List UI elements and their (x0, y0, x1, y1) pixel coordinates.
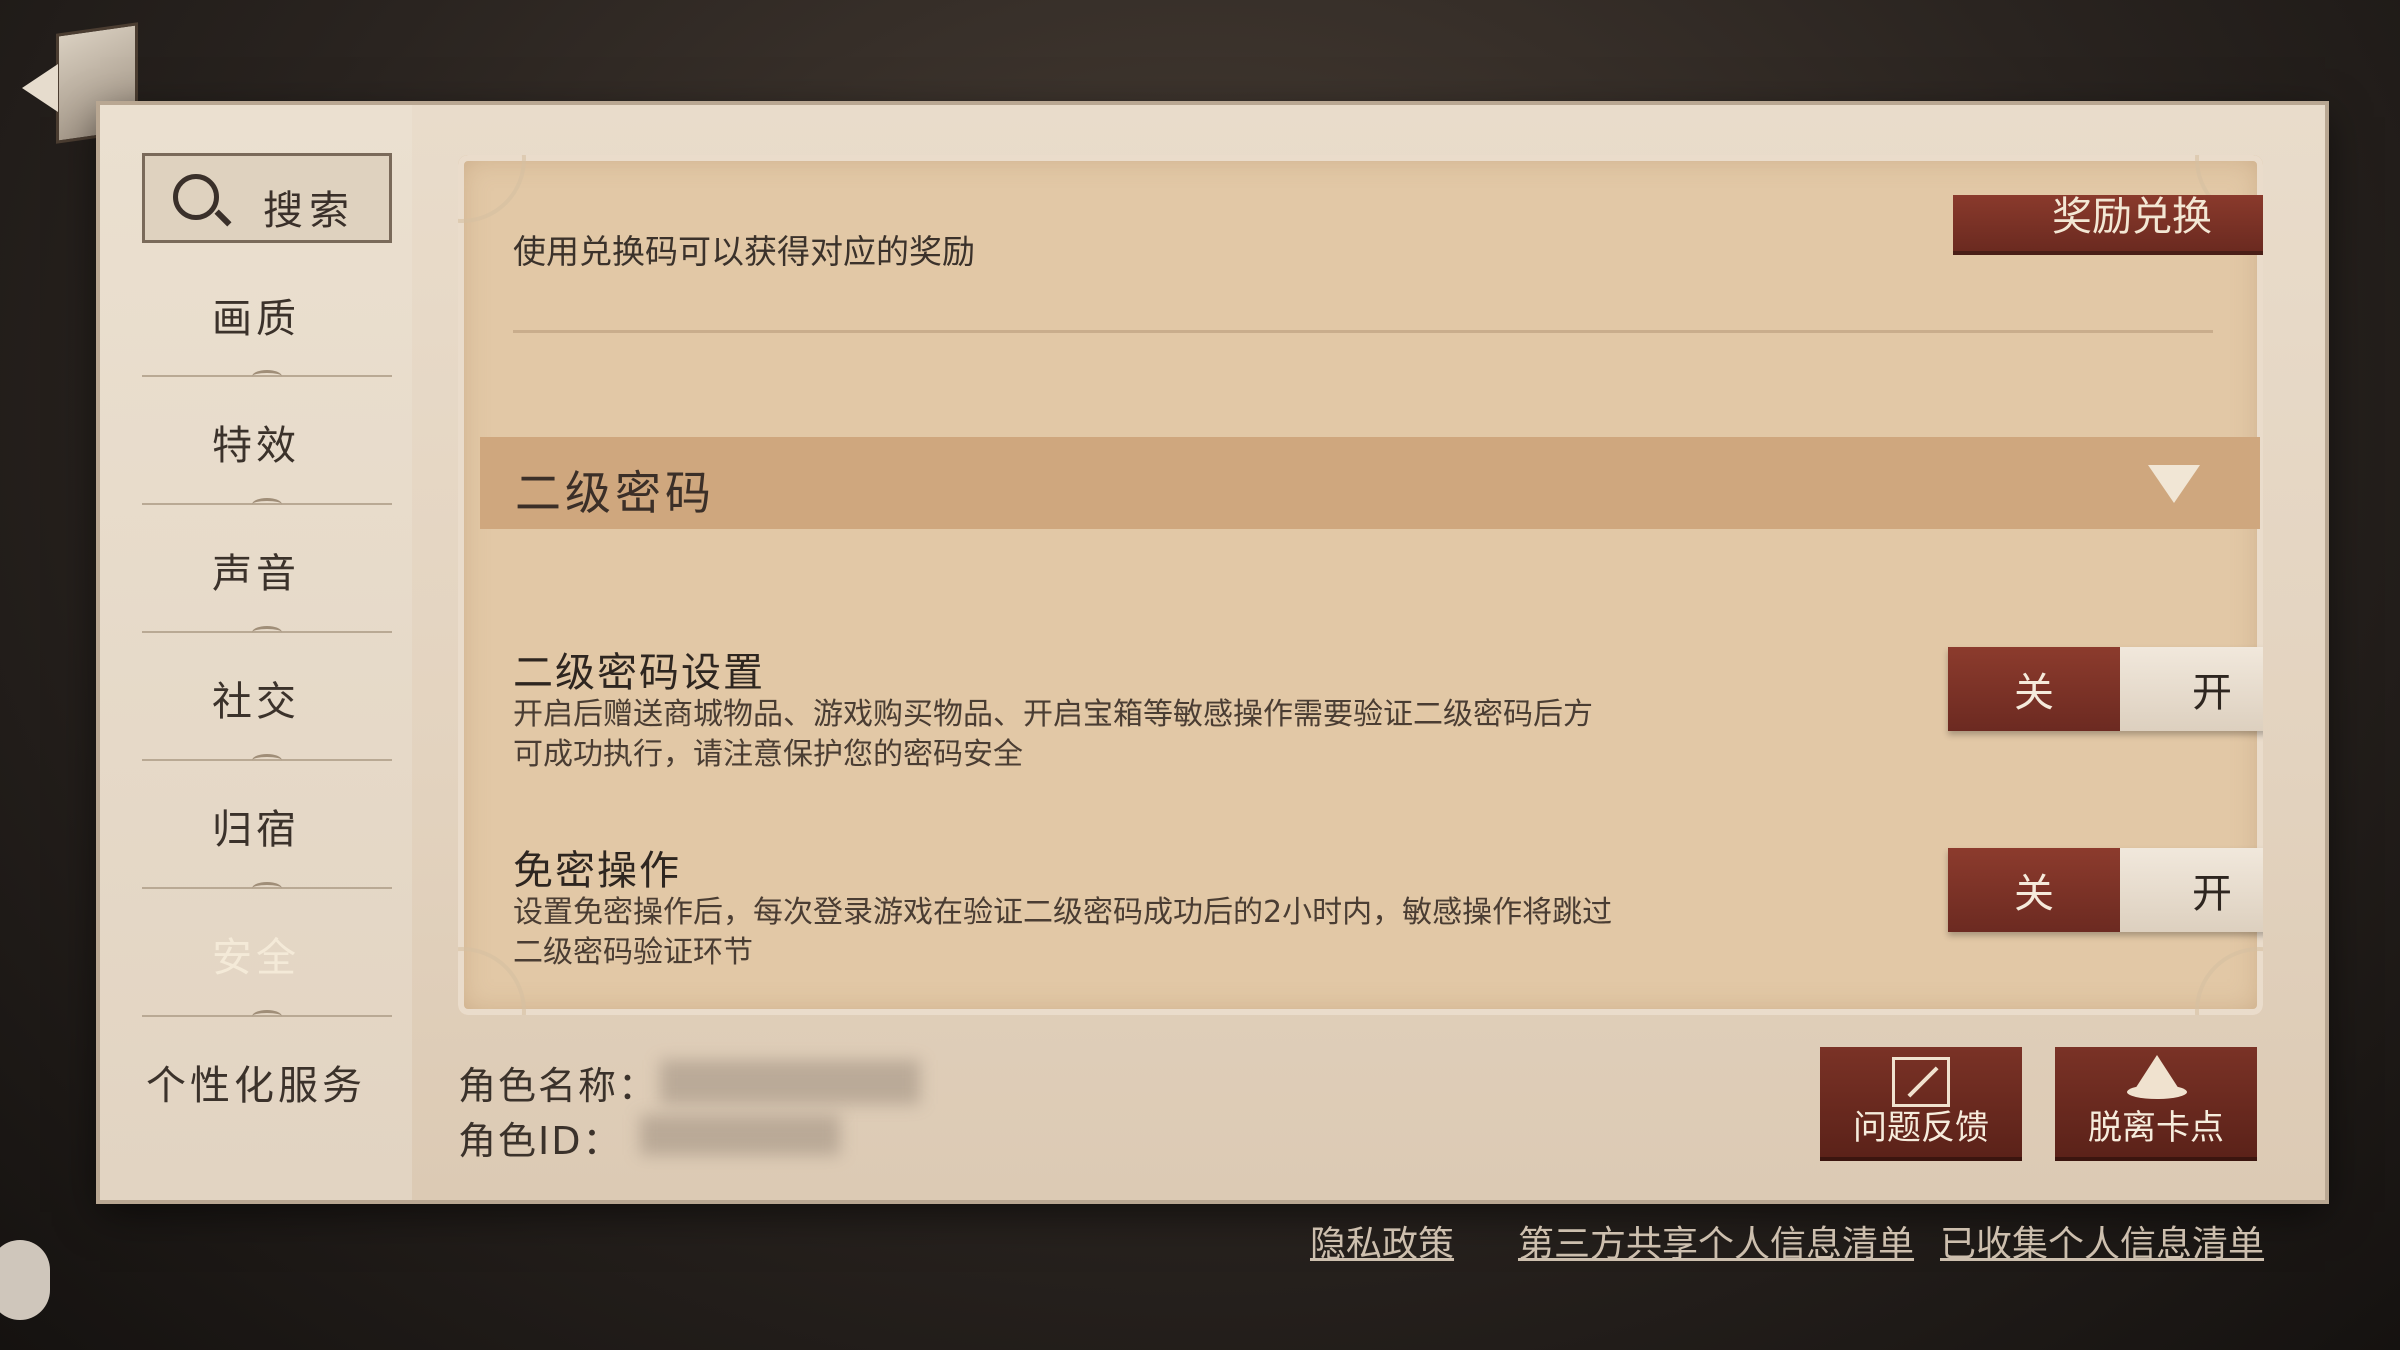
search-label: 搜索 (263, 188, 355, 234)
sidebar-item-sound[interactable]: 声音 (100, 525, 412, 615)
setting-description: 设置免密操作后，每次登录游戏在验证二级密码成功后的2小时内，敏感操作将跳过二级密… (513, 895, 1613, 970)
settings-panel: 搜索 画质 特效 声音 社交 归宿 安全 个性化服务 使用兑换码可以获得对应的奖… (100, 105, 2325, 1200)
section-header-secondary-password[interactable]: 二级密码 (480, 437, 2260, 529)
setting-title: 二级密码设置 (513, 650, 765, 696)
toggle-off[interactable]: 关 (1948, 647, 2120, 731)
toggle-on[interactable]: 开 (2120, 848, 2263, 932)
sidebar-item-label: 归宿 (212, 807, 300, 853)
sidebar-item-label: 画质 (212, 296, 300, 342)
toggle-off[interactable]: 关 (1948, 848, 2120, 932)
feedback-button[interactable]: 问题反馈 (1820, 1047, 2022, 1157)
divider (142, 498, 392, 505)
sidebar-item-quality[interactable]: 画质 (100, 270, 412, 360)
password-free-toggle[interactable]: 关 开 (1948, 848, 2263, 932)
divider (142, 370, 392, 377)
corner-flourish (458, 155, 526, 223)
privacy-policy-link[interactable]: 隐私政策 (1310, 1215, 1454, 1267)
section-title: 二级密码 (515, 466, 715, 520)
arrow-left-icon (22, 64, 58, 112)
toggle-on[interactable]: 开 (2120, 647, 2263, 731)
redeem-button[interactable]: 奖励兑换 (1953, 195, 2263, 251)
sidebar-item-label: 安全 (212, 935, 300, 981)
sidebar-item-effects[interactable]: 特效 (100, 397, 412, 487)
divider (142, 882, 392, 889)
escape-label: 脱离卡点 (2088, 1108, 2224, 1148)
avatar[interactable] (0, 1240, 50, 1320)
sidebar-item-label: 社交 (212, 679, 300, 725)
sidebar-item-label: 声音 (212, 551, 300, 597)
divider (513, 330, 2213, 333)
setting-title: 免密操作 (513, 848, 681, 894)
setting-description: 开启后赠送商城物品、游戏购买物品、开启宝箱等敏感操作需要验证二级密码后方可成功执… (513, 697, 1593, 772)
sidebar: 搜索 画质 特效 声音 社交 归宿 安全 个性化服务 (100, 105, 412, 1200)
search-button[interactable]: 搜索 (142, 153, 392, 243)
search-icon (173, 174, 219, 220)
chevron-down-icon (2148, 465, 2200, 503)
divider (142, 626, 392, 633)
third-party-info-link[interactable]: 第三方共享个人信息清单 (1518, 1215, 1914, 1267)
sidebar-item-security[interactable]: 安全 (100, 909, 412, 999)
sidebar-item-label: 特效 (212, 423, 300, 469)
sidebar-item-label: 个性化服务 (146, 1063, 366, 1109)
escape-stuck-button[interactable]: 脱离卡点 (2055, 1047, 2257, 1157)
role-id-label: 角色ID： (458, 1119, 623, 1163)
sidebar-item-social[interactable]: 社交 (100, 653, 412, 743)
feedback-label: 问题反馈 (1853, 1108, 1989, 1148)
sidebar-item-belonging[interactable]: 归宿 (100, 781, 412, 871)
corner-flourish (2195, 947, 2263, 1015)
role-name-label: 角色名称： (458, 1064, 659, 1108)
role-name-value-redacted (660, 1060, 920, 1104)
divider (142, 754, 392, 761)
secondary-password-toggle[interactable]: 关 开 (1948, 647, 2263, 731)
role-id-value-redacted (640, 1115, 840, 1155)
divider (142, 1010, 392, 1017)
sidebar-item-personalization[interactable]: 个性化服务 (100, 1037, 412, 1127)
collected-info-link[interactable]: 已收集个人信息清单 (1940, 1215, 2264, 1267)
escape-icon (2127, 1055, 2187, 1099)
redeem-description: 使用兑换码可以获得对应的奖励 (513, 232, 975, 271)
settings-card: 使用兑换码可以获得对应的奖励 奖励兑换 二级密码 二级密码设置 开启后赠送商城物… (458, 155, 2263, 1015)
